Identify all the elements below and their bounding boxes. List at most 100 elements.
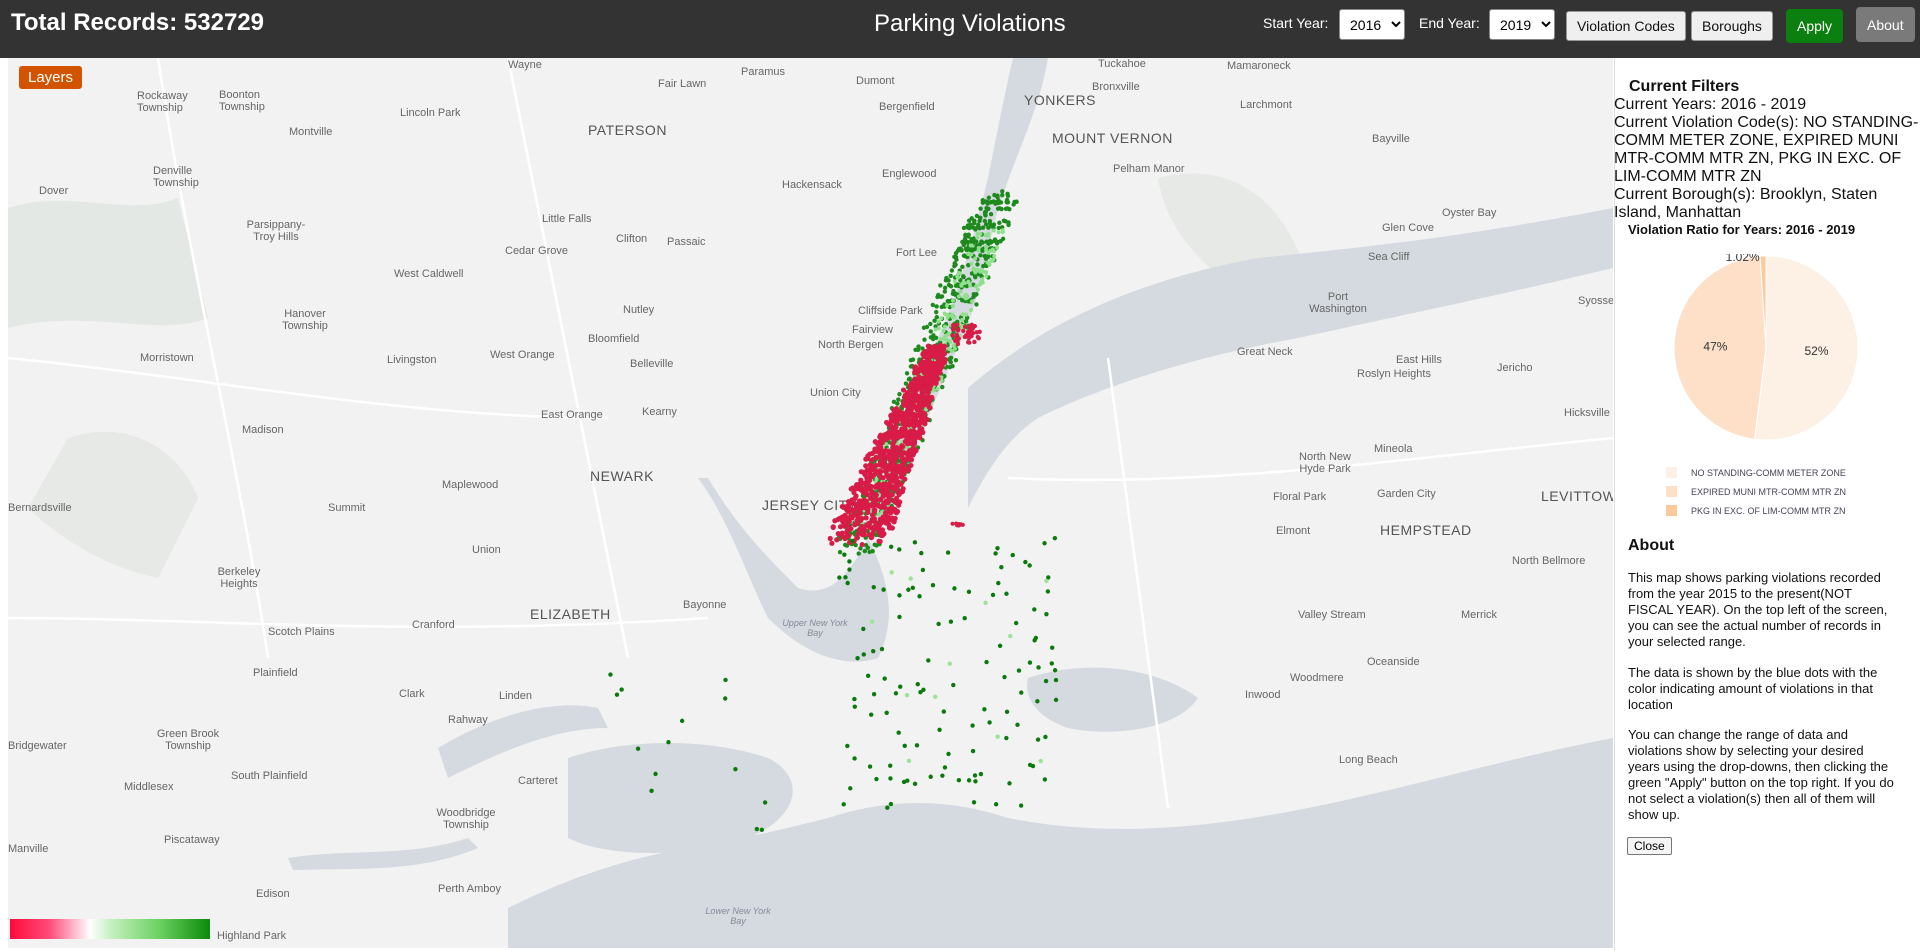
violation-dot xyxy=(968,243,973,248)
violation-dot xyxy=(894,445,900,451)
violation-dot xyxy=(1005,200,1011,205)
violation-dot xyxy=(856,551,861,556)
violation-dot xyxy=(904,371,910,376)
violation-dot xyxy=(888,801,894,807)
violation-dot xyxy=(830,524,836,531)
violation-dot xyxy=(881,453,887,459)
violation-dot xyxy=(897,614,902,620)
apply-button[interactable]: Apply xyxy=(1786,9,1844,43)
pie-legend: NO STANDING-COMM METER ZONE EXPIRED MUNI … xyxy=(1666,463,1846,520)
violation-dot xyxy=(975,222,981,227)
violation-dot xyxy=(666,739,671,745)
pie-legend-item: EXPIRED MUNI MTR-COMM MTR ZN xyxy=(1666,482,1846,501)
violation-dot xyxy=(960,312,965,317)
violation-dot xyxy=(970,723,975,728)
violation-dot xyxy=(990,592,996,598)
boroughs-button[interactable]: Boroughs xyxy=(1691,11,1773,41)
violation-dot xyxy=(988,212,994,217)
violation-dot xyxy=(952,279,957,284)
violation-dot xyxy=(892,426,898,432)
violation-dot xyxy=(968,222,973,227)
violation-dot xyxy=(950,298,955,303)
violation-dot xyxy=(852,704,858,709)
end-year-label: End Year: xyxy=(1419,15,1480,31)
filters-heading: Current Filters xyxy=(1629,78,1740,95)
end-year-select[interactable]: 2019 xyxy=(1489,9,1555,40)
violation-dot xyxy=(987,221,993,226)
violation-dot xyxy=(948,273,953,279)
violation-dot xyxy=(868,712,874,717)
violation-dot xyxy=(759,827,765,832)
violation-dot xyxy=(1006,220,1011,225)
violation-dot xyxy=(886,497,892,503)
violation-dot xyxy=(907,440,913,446)
violation-dot xyxy=(1015,722,1020,727)
violation-dot xyxy=(963,319,969,324)
violation-dot xyxy=(873,462,879,469)
violation-dot xyxy=(955,337,960,343)
violation-dot xyxy=(925,343,931,349)
violation-dot xyxy=(958,289,963,294)
violation-dot xyxy=(948,284,954,289)
violation-dot xyxy=(984,274,989,279)
violation-dot xyxy=(930,583,936,588)
violation-dot xyxy=(845,580,850,586)
violation-dot xyxy=(928,774,933,779)
violation-dot xyxy=(995,245,1000,250)
violation-dot xyxy=(931,343,937,350)
violation-dot xyxy=(975,235,980,240)
violation-dot xyxy=(902,476,908,482)
violation-dot xyxy=(926,379,932,385)
violation-dot xyxy=(904,692,910,698)
violation-dot xyxy=(964,312,969,317)
violation-dot xyxy=(963,246,969,251)
violation-dot xyxy=(887,457,893,463)
violation-dot xyxy=(1035,699,1040,704)
violation-dot xyxy=(1027,660,1033,665)
violation-dot xyxy=(926,384,932,390)
violation-dot xyxy=(883,484,889,490)
violation-dot xyxy=(1007,206,1012,212)
violation-dot xyxy=(939,356,945,362)
violation-dot xyxy=(942,311,947,316)
violation-dot xyxy=(871,516,878,522)
close-button[interactable]: Close xyxy=(1627,837,1672,855)
violation-dot xyxy=(960,274,966,279)
violation-codes-button[interactable]: Violation Codes xyxy=(1566,11,1686,41)
violation-dot xyxy=(985,260,990,265)
legend-label: EXPIRED MUNI MTR-COMM MTR ZN xyxy=(1691,486,1846,497)
violation-dot xyxy=(954,257,959,262)
violation-dot xyxy=(1045,589,1051,594)
start-year-select[interactable]: 2016 xyxy=(1339,9,1405,40)
violation-dot xyxy=(925,400,931,407)
violation-dot xyxy=(1004,709,1010,715)
violation-dot xyxy=(905,394,911,400)
violation-dot xyxy=(974,302,979,307)
violation-dot xyxy=(965,239,970,245)
violation-dot xyxy=(1008,633,1013,639)
violation-dot xyxy=(970,326,975,331)
violation-dot xyxy=(984,247,989,252)
violation-dot xyxy=(869,491,875,497)
violation-dot xyxy=(908,457,915,463)
violation-dot xyxy=(977,329,982,335)
about-button[interactable]: About xyxy=(1856,7,1915,42)
top-bar: Total Records: 532729 Parking Violations… xyxy=(0,0,1920,58)
violation-dot xyxy=(987,720,992,725)
violation-dot xyxy=(933,335,939,341)
violation-dot xyxy=(940,346,946,352)
violation-dot xyxy=(942,336,947,341)
layers-button[interactable]: Layers xyxy=(19,66,83,89)
map-view[interactable]: Wayne Fair Lawn Paramus Dumont Tuckahoe … xyxy=(8,58,1613,948)
violation-dot xyxy=(991,228,996,233)
violation-dot xyxy=(912,540,918,545)
violation-dot xyxy=(863,515,869,521)
violation-dot xyxy=(902,743,907,749)
violation-dot xyxy=(917,435,923,441)
violation-dot xyxy=(1044,578,1049,584)
violation-dot xyxy=(911,411,917,418)
violation-dot xyxy=(865,545,871,551)
violation-dot xyxy=(889,570,894,575)
violation-dot xyxy=(1044,611,1049,617)
violation-dot xyxy=(973,256,978,261)
